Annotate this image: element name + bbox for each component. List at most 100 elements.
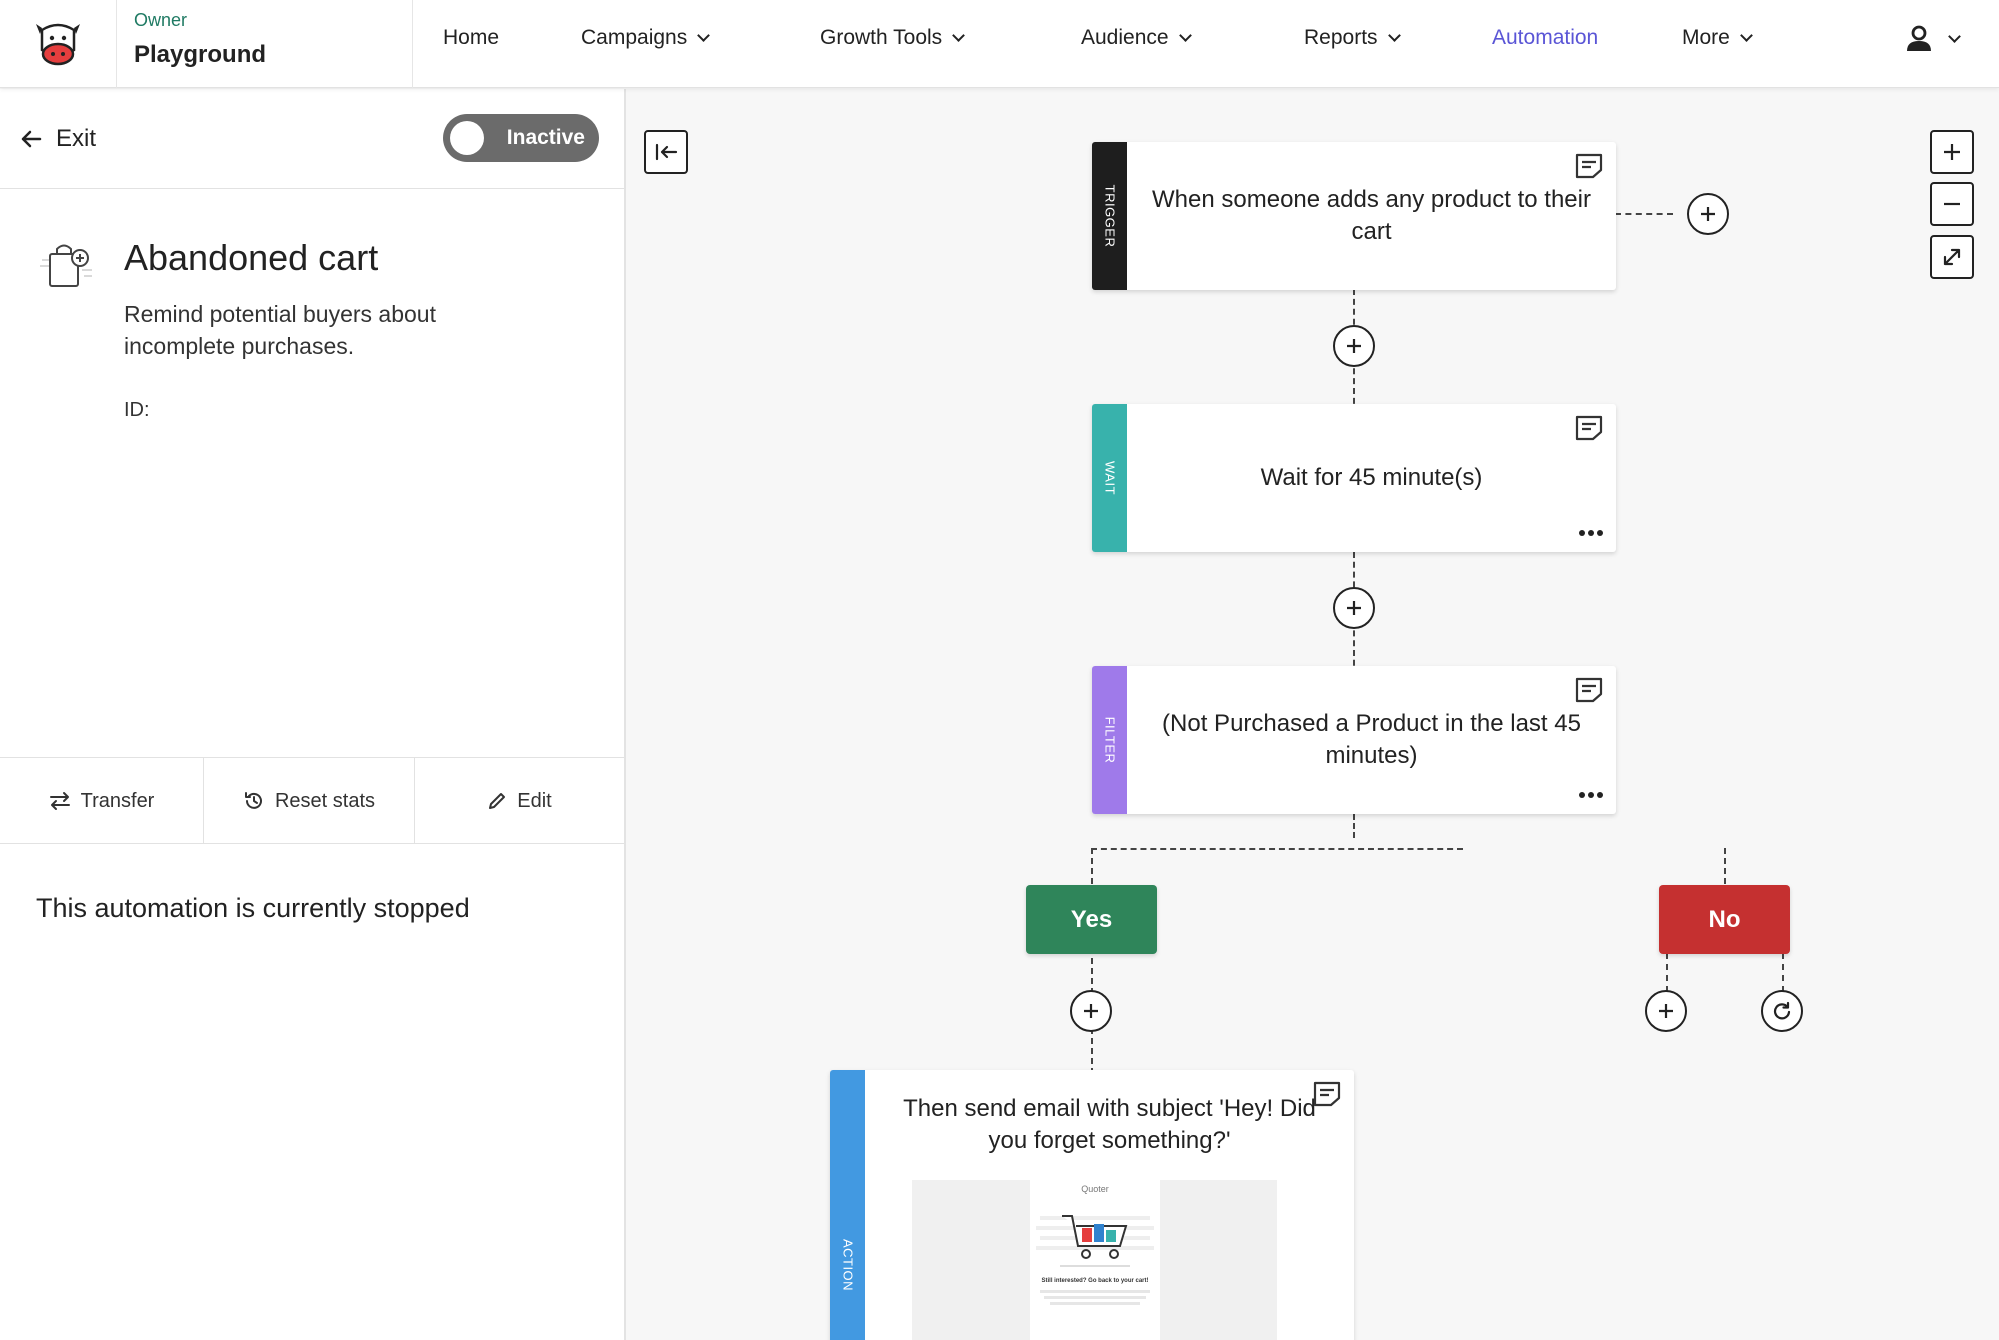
trigger-node[interactable]: TRIGGER When someone adds any product to… (1092, 142, 1616, 290)
edit-button[interactable]: Edit (415, 758, 624, 844)
nav-audience[interactable]: Audience (1081, 26, 1192, 50)
minus-icon (1944, 202, 1960, 206)
wait-type-label: WAIT (1102, 460, 1117, 496)
history-icon (244, 792, 262, 809)
email-preview-page: Quoter Still interested? Go back to your… (1030, 1180, 1160, 1340)
nav-campaigns[interactable]: Campaigns (581, 26, 711, 50)
transfer-button[interactable]: Transfer (0, 758, 204, 844)
email-preview[interactable]: Quoter Still interested? Go back to your… (912, 1180, 1277, 1340)
email-preview-text-line (1040, 1290, 1150, 1293)
status-toggle-label: Inactive (506, 126, 585, 149)
nav-growth-tools[interactable]: Growth Tools (820, 26, 966, 50)
fit-to-screen-button[interactable] (1930, 235, 1974, 279)
shopping-cart-illustration (1036, 1215, 1154, 1267)
nav-audience-label: Audience (1081, 26, 1169, 49)
trigger-type-label: TRIGGER (1102, 184, 1117, 248)
filter-type-label: FILTER (1102, 716, 1117, 764)
email-preview-headline: Still interested? Go back to your cart! (1041, 1278, 1149, 1284)
user-menu[interactable] (1904, 24, 1961, 54)
wait-text: Wait for 45 minute(s) (1260, 464, 1483, 491)
email-preview-text-line (1044, 1296, 1146, 1299)
cow-logo-icon (36, 23, 80, 66)
note-icon[interactable] (1574, 152, 1604, 185)
plus-icon (1659, 1004, 1673, 1018)
more-options-icon[interactable] (1578, 786, 1604, 804)
filter-strip: FILTER (1092, 666, 1127, 814)
reset-stats-button[interactable]: Reset stats (204, 758, 415, 844)
note-icon[interactable] (1574, 676, 1604, 709)
wait-strip: WAIT (1092, 404, 1127, 552)
add-step-button[interactable] (1070, 990, 1112, 1032)
nav-home[interactable]: Home (443, 26, 499, 50)
exit-label: Exit (56, 125, 97, 152)
add-step-button[interactable] (1687, 193, 1729, 235)
loop-back-button[interactable] (1761, 990, 1803, 1032)
automation-id-label: ID: (124, 399, 150, 421)
transfer-label: Transfer (80, 789, 155, 812)
connector-line (1724, 848, 1726, 884)
nav-reports[interactable]: Reports (1304, 26, 1401, 50)
add-step-button[interactable] (1333, 587, 1375, 629)
no-branch-label: No (1708, 905, 1741, 933)
chevron-down-icon (697, 28, 711, 42)
nav-more[interactable]: More (1682, 26, 1753, 50)
zoom-in-button[interactable] (1930, 130, 1974, 174)
add-step-button[interactable] (1645, 990, 1687, 1032)
collapse-sidebar-button[interactable] (644, 130, 688, 174)
sidebar-header: Exit Inactive (0, 89, 624, 189)
action-text: Then send email with subject 'Hey! Did y… (903, 1095, 1316, 1154)
zoom-out-button[interactable] (1930, 182, 1974, 226)
connector-line (1615, 213, 1673, 215)
add-step-button[interactable] (1333, 325, 1375, 367)
automation-title: Abandoned cart (124, 237, 379, 278)
plus-icon (1084, 1004, 1098, 1018)
plus-icon (1701, 207, 1715, 221)
chevron-down-icon (1948, 29, 1961, 43)
refresh-icon (1773, 1001, 1791, 1020)
organization-switcher[interactable]: Owner Playground (117, 0, 413, 88)
transfer-arrows-icon (49, 792, 70, 810)
nav-growth-tools-label: Growth Tools (820, 26, 943, 49)
workflow-canvas[interactable]: TRIGGER When someone adds any product to… (628, 89, 1999, 1340)
edit-label: Edit (517, 789, 552, 812)
exit-button[interactable]: Exit (20, 125, 96, 153)
chevron-down-icon (1739, 28, 1753, 42)
org-name: Playground (134, 41, 267, 68)
automation-status-message: This automation is currently stopped (36, 893, 470, 923)
top-navigation-bar: Owner Playground Home Campaigns Growth T… (0, 0, 1999, 88)
app-logo[interactable] (0, 0, 117, 88)
arrow-left-icon (21, 130, 42, 148)
filter-node[interactable]: FILTER (Not Purchased a Product in the l… (1092, 666, 1616, 814)
yes-branch-label: Yes (1070, 905, 1113, 933)
plus-icon (1347, 601, 1361, 615)
nav-campaigns-label: Campaigns (581, 26, 688, 49)
nav-automation[interactable]: Automation (1492, 26, 1598, 50)
trigger-strip: TRIGGER (1092, 142, 1127, 290)
email-preview-brand: Quoter (1081, 1184, 1109, 1194)
automation-description: Remind potential buyers about incomplete… (124, 301, 436, 359)
filter-text: (Not Purchased a Product in the last 45 … (1162, 710, 1581, 769)
pencil-icon (489, 793, 506, 809)
more-options-icon[interactable] (1578, 524, 1604, 542)
note-icon[interactable] (1574, 414, 1604, 447)
status-toggle[interactable]: Inactive (443, 114, 599, 162)
org-role: Owner (134, 10, 188, 30)
nav-more-label: More (1682, 26, 1730, 49)
yes-branch-button[interactable]: Yes (1026, 885, 1157, 954)
trigger-text: When someone adds any product to their c… (1152, 186, 1591, 245)
plus-icon (1944, 144, 1960, 160)
note-icon[interactable] (1312, 1080, 1342, 1113)
nav-reports-label: Reports (1304, 26, 1378, 49)
no-branch-button[interactable]: No (1659, 885, 1790, 954)
user-icon (1907, 25, 1931, 51)
chevron-down-icon (1387, 28, 1401, 42)
action-node[interactable]: ACTION Then send email with subject 'Hey… (830, 1070, 1354, 1340)
wait-node[interactable]: WAIT Wait for 45 minute(s) (1092, 404, 1616, 552)
connector-line (1091, 848, 1463, 850)
shopping-bag-icon (38, 240, 94, 295)
chevron-down-icon (952, 28, 966, 42)
toggle-knob (450, 121, 484, 155)
action-type-label: ACTION (840, 1238, 855, 1292)
chevron-down-icon (1178, 28, 1192, 42)
nav-home-label: Home (443, 26, 500, 49)
